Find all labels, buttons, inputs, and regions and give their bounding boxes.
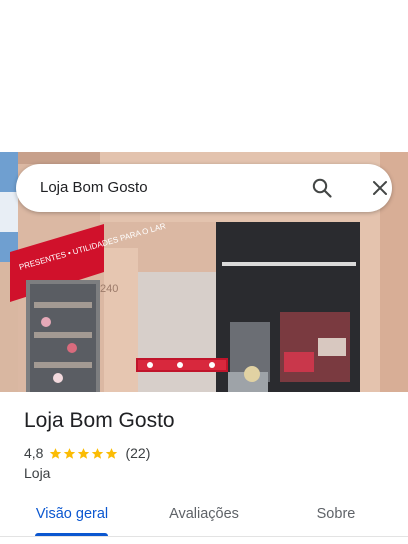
rating-row[interactable]: 4,8 (22) bbox=[24, 444, 150, 462]
star-icon bbox=[78, 447, 90, 459]
close-icon[interactable] bbox=[368, 176, 392, 200]
tab-about[interactable]: Sobre bbox=[272, 492, 400, 536]
review-count[interactable]: (22) bbox=[125, 445, 150, 461]
place-category: Loja bbox=[24, 465, 51, 481]
tab-overview-label: Visão geral bbox=[35, 506, 109, 522]
rating-value: 4,8 bbox=[24, 445, 44, 461]
star-icon bbox=[92, 447, 104, 459]
place-title: Loja Bom Gosto bbox=[24, 409, 175, 432]
place-tabs: Visão geral Avaliações Sobre bbox=[0, 492, 408, 536]
star-icon bbox=[64, 447, 76, 459]
address-number: 240 bbox=[100, 283, 118, 295]
rating-stars bbox=[49, 447, 119, 460]
tab-reviews[interactable]: Avaliações bbox=[140, 492, 268, 536]
star-icon bbox=[106, 447, 118, 459]
search-icon[interactable] bbox=[310, 176, 334, 200]
tabs-divider bbox=[0, 536, 408, 537]
tab-reviews-label: Avaliações bbox=[169, 506, 239, 522]
search-bar[interactable]: Loja Bom Gosto bbox=[16, 164, 392, 212]
star-icon bbox=[50, 447, 62, 459]
tab-about-label: Sobre bbox=[316, 506, 356, 522]
map-area-blank bbox=[0, 0, 408, 152]
search-query[interactable]: Loja Bom Gosto bbox=[40, 179, 148, 196]
tab-overview[interactable]: Visão geral bbox=[8, 492, 136, 536]
